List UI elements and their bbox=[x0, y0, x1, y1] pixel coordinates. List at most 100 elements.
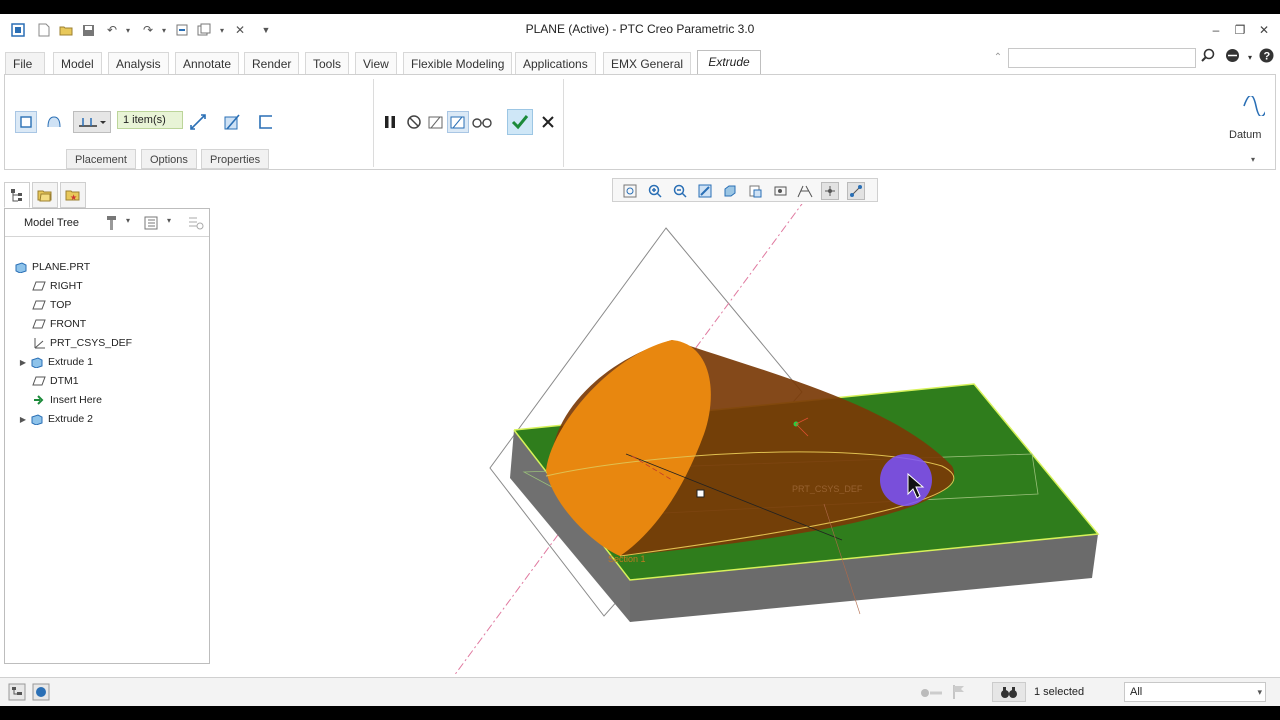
tab-analysis[interactable]: Analysis bbox=[108, 52, 169, 74]
selection-filter-select[interactable]: All ▾ bbox=[1124, 682, 1266, 702]
verify-glasses-icon[interactable] bbox=[471, 111, 493, 133]
placement-tab[interactable]: Placement bbox=[66, 149, 136, 169]
tree-item-insert-here[interactable]: Insert Here bbox=[31, 391, 231, 409]
graphics-viewport[interactable]: Section 1 PRT_CSYS_DEF bbox=[212, 173, 1280, 685]
selection-count: 1 selected bbox=[1034, 686, 1085, 698]
find-binoculars-icon[interactable] bbox=[992, 682, 1026, 702]
tree-item-extrude-2[interactable]: ▶ Extrude 2 bbox=[17, 410, 217, 428]
search-input[interactable] bbox=[1008, 48, 1196, 68]
repaint-icon[interactable] bbox=[696, 182, 714, 200]
datum-dropdown-icon[interactable]: ▾ bbox=[1251, 155, 1255, 164]
model-tree-title: Model Tree bbox=[24, 217, 80, 229]
tab-render[interactable]: Render bbox=[244, 52, 300, 74]
no-preview-icon[interactable] bbox=[403, 111, 425, 133]
graphics-toolbar bbox=[612, 178, 878, 202]
tab-view[interactable]: View bbox=[355, 52, 397, 74]
folder-browser-tab-icon[interactable] bbox=[32, 182, 58, 208]
thicken-sketch-icon[interactable] bbox=[255, 111, 277, 133]
tree-item-dtm1[interactable]: DTM1 bbox=[31, 372, 231, 390]
drag-handle[interactable] bbox=[696, 489, 705, 498]
tools-dropdown-icon[interactable]: ▾ bbox=[126, 216, 130, 225]
options-tab[interactable]: Options bbox=[141, 149, 197, 169]
csys-label[interactable]: PRT_CSYS_DEF bbox=[792, 484, 863, 494]
collapse-ribbon-icon[interactable]: ⌃ bbox=[988, 48, 1008, 68]
datum-plane-icon bbox=[31, 298, 47, 312]
cursor-highlight bbox=[880, 454, 932, 506]
show-tree-columns-icon[interactable] bbox=[187, 215, 205, 231]
properties-tab[interactable]: Properties bbox=[201, 149, 270, 169]
extrude-dashboard: 1 item(s) Placement Options Properties D… bbox=[4, 74, 1276, 170]
tab-file[interactable]: File ▾ bbox=[5, 52, 45, 92]
part-icon bbox=[13, 260, 29, 274]
extrude-icon bbox=[29, 412, 45, 426]
tab-annotate[interactable]: Annotate bbox=[175, 52, 240, 74]
ok-apply-button[interactable] bbox=[507, 109, 533, 135]
remove-material-icon[interactable] bbox=[221, 111, 243, 133]
creo-window: ↶ ▾ ↷ ▾ ▾ ✕ ▼ PLANE (Active) - PTC Creo … bbox=[0, 14, 1280, 706]
svg-text:?: ? bbox=[1263, 51, 1270, 63]
navigator-tabs: ★ bbox=[4, 182, 88, 208]
regen-status-icon[interactable] bbox=[920, 687, 944, 699]
navigator-toggle-icon[interactable] bbox=[8, 683, 28, 703]
refit-icon[interactable] bbox=[621, 182, 639, 200]
window-title: PLANE (Active) - PTC Creo Parametric 3.0 bbox=[525, 22, 755, 36]
model-canvas[interactable]: Section 1 PRT_CSYS_DEF bbox=[212, 173, 1280, 685]
model-tree-panel: Model Tree ▾ ▾ PLANE.PRT RIGHT TOP FRONT… bbox=[4, 208, 210, 664]
tab-flexible-modeling[interactable]: Flexible Modeling bbox=[403, 52, 513, 74]
tab-emx-general[interactable]: EMX General bbox=[603, 52, 692, 74]
ribbon-separator bbox=[373, 79, 374, 167]
flag-icon[interactable] bbox=[952, 684, 968, 700]
annotation-display-icon[interactable] bbox=[847, 182, 865, 200]
section-label[interactable]: Section 1 bbox=[608, 554, 646, 564]
tree-item-plane-prt[interactable]: PLANE.PRT bbox=[13, 258, 213, 276]
depth-blind-icon[interactable] bbox=[73, 111, 111, 133]
tools-hammer-icon[interactable] bbox=[105, 215, 121, 231]
tab-extrude[interactable]: Extrude bbox=[697, 50, 761, 74]
tab-model[interactable]: Model bbox=[53, 52, 102, 74]
display-style-icon[interactable] bbox=[721, 182, 739, 200]
depth-reference-field[interactable]: 1 item(s) bbox=[117, 111, 183, 129]
pause-icon[interactable] bbox=[379, 111, 401, 133]
detached-preview-icon[interactable] bbox=[447, 111, 469, 133]
spin-center-icon[interactable] bbox=[821, 182, 839, 200]
minimize-icon[interactable]: – bbox=[1208, 22, 1224, 38]
datum-plane-icon bbox=[31, 279, 47, 293]
model-tree-header: Model Tree ▾ ▾ bbox=[5, 209, 209, 237]
datum-plane-icon bbox=[31, 374, 47, 388]
expand-arrow-icon[interactable]: ▶ bbox=[17, 415, 29, 424]
search-icon[interactable] bbox=[1198, 48, 1218, 68]
flip-direction-icon[interactable] bbox=[187, 111, 209, 133]
datum-group-label[interactable]: Datum bbox=[1229, 129, 1261, 141]
tab-tools[interactable]: Tools bbox=[305, 52, 350, 74]
surface-extrude-icon[interactable] bbox=[43, 111, 65, 133]
help-icon[interactable]: ? bbox=[1256, 48, 1276, 68]
expand-arrow-icon[interactable]: ▶ bbox=[17, 358, 29, 367]
zoom-out-icon[interactable] bbox=[671, 182, 689, 200]
zoom-in-icon[interactable] bbox=[646, 182, 664, 200]
saved-orientations-icon[interactable] bbox=[746, 182, 764, 200]
restore-icon[interactable]: ❐ bbox=[1232, 22, 1248, 38]
attached-preview-icon[interactable] bbox=[425, 111, 447, 133]
view-manager-icon[interactable] bbox=[771, 182, 789, 200]
cancel-icon[interactable] bbox=[537, 111, 559, 133]
model-tree-tab-icon[interactable] bbox=[4, 182, 30, 208]
status-bar: 1 selected All ▾ bbox=[0, 677, 1280, 706]
browser-toggle-icon[interactable] bbox=[32, 683, 52, 703]
insert-arrow-icon bbox=[31, 393, 47, 407]
settings-dropdown-icon[interactable]: ▾ bbox=[167, 216, 171, 225]
datum-sine-icon[interactable] bbox=[1243, 95, 1265, 117]
close-icon[interactable]: ✕ bbox=[1256, 22, 1272, 38]
ribbon-separator bbox=[563, 79, 564, 167]
favorites-tab-icon[interactable]: ★ bbox=[60, 182, 86, 208]
tree-item-top[interactable]: TOP bbox=[31, 296, 231, 314]
community-icon[interactable] bbox=[1222, 48, 1242, 68]
tab-applications[interactable]: Applications bbox=[515, 52, 596, 74]
tree-item-prt-csys-def[interactable]: PRT_CSYS_DEF bbox=[31, 334, 231, 352]
datum-display-filters-icon[interactable] bbox=[796, 182, 814, 200]
tree-item-right[interactable]: RIGHT bbox=[31, 277, 231, 295]
solid-extrude-icon[interactable] bbox=[15, 111, 37, 133]
tree-item-front[interactable]: FRONT bbox=[31, 315, 231, 333]
settings-list-icon[interactable] bbox=[143, 215, 159, 231]
datum-plane-icon bbox=[31, 317, 47, 331]
tree-item-extrude-1[interactable]: ▶ Extrude 1 bbox=[17, 353, 217, 371]
